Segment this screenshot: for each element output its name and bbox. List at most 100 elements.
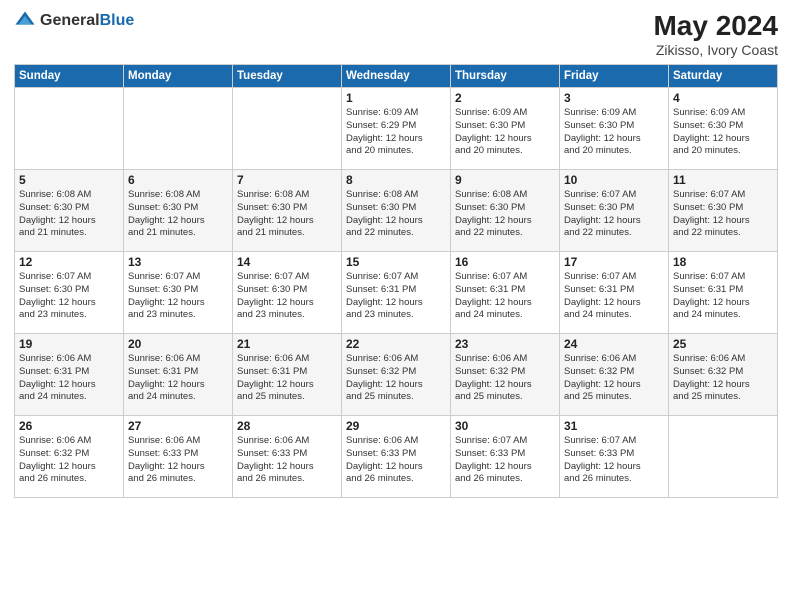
table-row: 8 Sunrise: 6:08 AM Sunset: 6:30 PM Daylig… <box>342 170 451 252</box>
day-info: Sunrise: 6:06 AM Sunset: 6:32 PM Dayligh… <box>673 353 773 404</box>
day-info: Sunrise: 6:07 AM Sunset: 6:31 PM Dayligh… <box>673 271 773 322</box>
table-row: 3Sunrise: 6:09 AM Sunset: 6:30 PM Daylig… <box>560 88 669 170</box>
day-number: 12 <box>19 255 119 269</box>
day-number: 11 <box>673 173 773 187</box>
day-number: 22 <box>346 337 446 351</box>
header-tuesday: Tuesday <box>233 65 342 88</box>
table-row: 30 Sunrise: 6:07 AM Sunset: 6:33 PM Dayli… <box>451 416 560 498</box>
table-row <box>15 88 124 170</box>
day-number: 18 <box>673 255 773 269</box>
header-thursday: Thursday <box>451 65 560 88</box>
table-row: 18 Sunrise: 6:07 AM Sunset: 6:31 PM Dayli… <box>669 252 778 334</box>
day-info: Sunrise: 6:08 AM Sunset: 6:30 PM Dayligh… <box>455 189 555 240</box>
day-number: 24 <box>564 337 664 351</box>
day-info: Sunrise: 6:07 AM Sunset: 6:33 PM Dayligh… <box>455 435 555 486</box>
table-row: 4 Sunrise: 6:09 AM Sunset: 6:30 PM Daylig… <box>669 88 778 170</box>
calendar-page: GeneralBlue May 2024 Zikisso, Ivory Coas… <box>0 0 792 612</box>
calendar-location: Zikisso, Ivory Coast <box>653 42 778 58</box>
table-row: 24 Sunrise: 6:06 AM Sunset: 6:32 PM Dayli… <box>560 334 669 416</box>
day-number: 4 <box>673 91 773 105</box>
table-row: 28Sunrise: 6:06 AM Sunset: 6:33 PM Dayli… <box>233 416 342 498</box>
day-number: 5 <box>19 173 119 187</box>
day-number: 31 <box>564 419 664 433</box>
day-number: 1 <box>346 91 446 105</box>
day-number: 21 <box>237 337 337 351</box>
weekday-header-row: Sunday Monday Tuesday Wednesday Thursday… <box>15 65 778 88</box>
header-wednesday: Wednesday <box>342 65 451 88</box>
table-row: 27 Sunrise: 6:06 AM Sunset: 6:33 PM Dayli… <box>124 416 233 498</box>
day-number: 19 <box>19 337 119 351</box>
day-info: Sunrise: 6:07 AM Sunset: 6:30 PM Dayligh… <box>673 189 773 240</box>
table-row: 29 Sunrise: 6:06 AM Sunset: 6:33 PM Dayli… <box>342 416 451 498</box>
day-number: 6 <box>128 173 228 187</box>
day-info: Sunrise: 6:08 AM Sunset: 6:30 PM Dayligh… <box>346 189 446 240</box>
day-info: Sunrise: 6:08 AM Sunset: 6:30 PM Dayligh… <box>128 189 228 240</box>
table-row: 19Sunrise: 6:06 AM Sunset: 6:31 PM Dayli… <box>15 334 124 416</box>
day-number: 17 <box>564 255 664 269</box>
day-info: Sunrise: 6:07 AM Sunset: 6:30 PM Dayligh… <box>237 271 337 322</box>
day-info: Sunrise: 6:06 AM Sunset: 6:32 PM Dayligh… <box>564 353 664 404</box>
day-number: 26 <box>19 419 119 433</box>
day-info: Sunrise: 6:09 AM Sunset: 6:30 PM Dayligh… <box>455 107 555 158</box>
day-info: Sunrise: 6:09 AM Sunset: 6:29 PM Dayligh… <box>346 107 446 158</box>
day-info: Sunrise: 6:06 AM Sunset: 6:31 PM Dayligh… <box>128 353 228 404</box>
day-info: Sunrise: 6:08 AM Sunset: 6:30 PM Dayligh… <box>19 189 119 240</box>
table-row: 9 Sunrise: 6:08 AM Sunset: 6:30 PM Daylig… <box>451 170 560 252</box>
day-info: Sunrise: 6:07 AM Sunset: 6:31 PM Dayligh… <box>455 271 555 322</box>
table-row: 25 Sunrise: 6:06 AM Sunset: 6:32 PM Dayli… <box>669 334 778 416</box>
day-info: Sunrise: 6:07 AM Sunset: 6:31 PM Dayligh… <box>564 271 664 322</box>
table-row: 1 Sunrise: 6:09 AM Sunset: 6:29 PM Daylig… <box>342 88 451 170</box>
table-row: 7Sunrise: 6:08 AM Sunset: 6:30 PM Daylig… <box>233 170 342 252</box>
day-number: 9 <box>455 173 555 187</box>
day-number: 8 <box>346 173 446 187</box>
day-info: Sunrise: 6:06 AM Sunset: 6:32 PM Dayligh… <box>19 435 119 486</box>
day-number: 25 <box>673 337 773 351</box>
day-info: Sunrise: 6:07 AM Sunset: 6:30 PM Dayligh… <box>128 271 228 322</box>
day-info: Sunrise: 6:06 AM Sunset: 6:32 PM Dayligh… <box>455 353 555 404</box>
logo: GeneralBlue <box>14 10 134 32</box>
day-number: 7 <box>237 173 337 187</box>
day-number: 30 <box>455 419 555 433</box>
logo-icon <box>14 10 36 32</box>
table-row <box>669 416 778 498</box>
calendar-week-4: 19 Sunrise: 6:06 AM Sunset: 6:31 PM Dayli… <box>15 334 778 416</box>
day-info: Sunrise: 6:07 AM Sunset: 6:30 PM Dayligh… <box>564 189 664 240</box>
day-number: 20 <box>128 337 228 351</box>
day-number: 27 <box>128 419 228 433</box>
day-number: 29 <box>346 419 446 433</box>
calendar-week-5: 26 Sunrise: 6:06 AM Sunset: 6:32 PM Dayli… <box>15 416 778 498</box>
day-info: Sunrise: 6:07 AM Sunset: 6:30 PM Dayligh… <box>19 271 119 322</box>
calendar-week-3: 12 Sunrise: 6:07 AM Sunset: 6:30 PM Dayli… <box>15 252 778 334</box>
header-friday: Friday <box>560 65 669 88</box>
day-info: Sunrise: 6:06 AM Sunset: 6:33 PM Dayligh… <box>346 435 446 486</box>
table-row <box>124 88 233 170</box>
table-row: 16 Sunrise: 6:07 AM Sunset: 6:31 PM Dayli… <box>451 252 560 334</box>
table-row: 17 Sunrise: 6:07 AM Sunset: 6:31 PM Dayli… <box>560 252 669 334</box>
day-info: Sunrise: 6:09 AM Sunset: 6:30 PM Dayligh… <box>564 107 664 158</box>
table-row: 15Sunrise: 6:07 AM Sunset: 6:31 PM Dayli… <box>342 252 451 334</box>
table-row: 6 Sunrise: 6:08 AM Sunset: 6:30 PM Daylig… <box>124 170 233 252</box>
day-number: 13 <box>128 255 228 269</box>
table-row: 10 Sunrise: 6:07 AM Sunset: 6:30 PM Dayli… <box>560 170 669 252</box>
table-row: 5 Sunrise: 6:08 AM Sunset: 6:30 PM Daylig… <box>15 170 124 252</box>
table-row: 31Sunrise: 6:07 AM Sunset: 6:33 PM Dayli… <box>560 416 669 498</box>
calendar-table: Sunday Monday Tuesday Wednesday Thursday… <box>14 64 778 498</box>
day-number: 15 <box>346 255 446 269</box>
table-row: 12 Sunrise: 6:07 AM Sunset: 6:30 PM Dayli… <box>15 252 124 334</box>
table-row: 13 Sunrise: 6:07 AM Sunset: 6:30 PM Dayli… <box>124 252 233 334</box>
day-info: Sunrise: 6:06 AM Sunset: 6:33 PM Dayligh… <box>128 435 228 486</box>
table-row <box>233 88 342 170</box>
day-number: 16 <box>455 255 555 269</box>
day-number: 28 <box>237 419 337 433</box>
day-number: 10 <box>564 173 664 187</box>
table-row: 23Sunrise: 6:06 AM Sunset: 6:32 PM Dayli… <box>451 334 560 416</box>
header-monday: Monday <box>124 65 233 88</box>
day-info: Sunrise: 6:09 AM Sunset: 6:30 PM Dayligh… <box>673 107 773 158</box>
header-sunday: Sunday <box>15 65 124 88</box>
day-number: 2 <box>455 91 555 105</box>
day-info: Sunrise: 6:06 AM Sunset: 6:31 PM Dayligh… <box>237 353 337 404</box>
table-row: 2 Sunrise: 6:09 AM Sunset: 6:30 PM Daylig… <box>451 88 560 170</box>
header-saturday: Saturday <box>669 65 778 88</box>
logo-general: GeneralBlue <box>40 12 134 30</box>
page-header: GeneralBlue May 2024 Zikisso, Ivory Coas… <box>14 10 778 58</box>
